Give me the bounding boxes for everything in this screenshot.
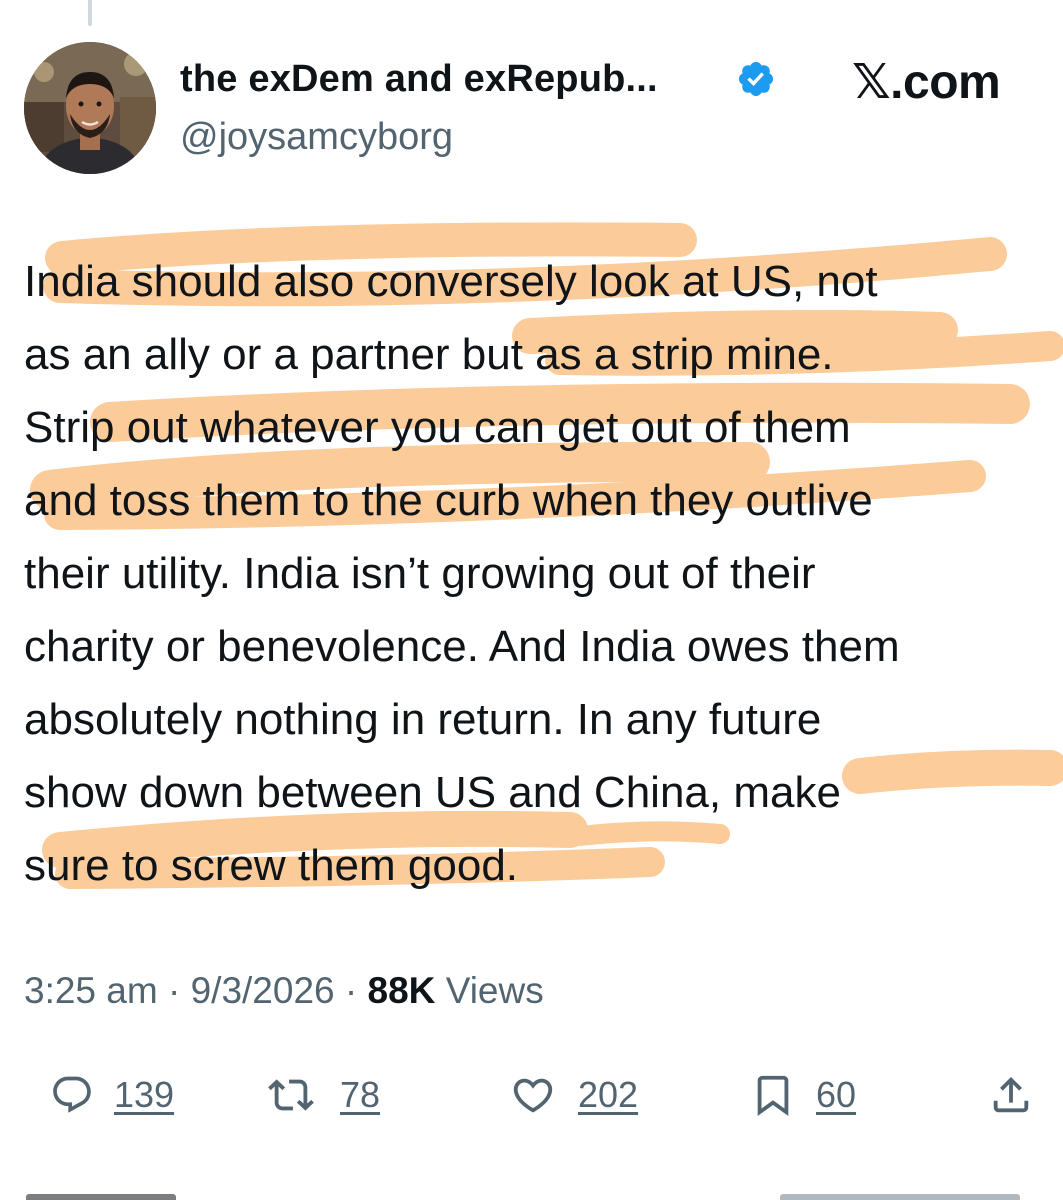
meta-separator: · (344, 970, 368, 1011)
author-name[interactable]: the exDem and exRepub... (180, 58, 658, 101)
tweet-line: as an ally or a partner but as a strip m… (24, 330, 834, 379)
like-count: 202 (578, 1074, 639, 1115)
next-section-peek (0, 1184, 1063, 1200)
verified-badge-icon (738, 61, 774, 97)
tweet-body: India should also conversely look at US,… (24, 245, 1063, 902)
views-count[interactable]: 88K (368, 970, 436, 1011)
repost-button[interactable]: 78 (262, 1068, 380, 1122)
bookmark-button[interactable]: 60 (750, 1068, 856, 1122)
thread-connector-line (88, 0, 92, 26)
bookmark-count: 60 (816, 1074, 857, 1115)
meta-separator: · (167, 970, 191, 1011)
brand-mark: 𝕏.com (852, 56, 1001, 109)
reply-button[interactable]: 139 (50, 1068, 174, 1122)
avatar[interactable] (24, 42, 156, 174)
tweet-meta: 3:25 am · 9/3/2026 · 88K Views (24, 970, 544, 1012)
tweet-line: charity or benevolence. And India owes t… (24, 622, 900, 671)
tweet-screenshot: the exDem and exRepub... @joysamcyborg 𝕏… (0, 0, 1063, 1200)
share-icon (993, 1076, 1029, 1113)
tweet-line: Strip out whatever you can get out of th… (24, 403, 851, 452)
reply-icon (53, 1076, 91, 1113)
tweet-line: their utility. India isn’t growing out o… (24, 549, 816, 598)
tweet-line: show down between US and China, make (24, 768, 841, 817)
repost-count: 78 (340, 1074, 381, 1115)
reply-count: 139 (114, 1074, 175, 1115)
heart-icon (513, 1078, 553, 1113)
tweet-line: absolutely nothing in return. In any fut… (24, 695, 822, 744)
repost-icon (268, 1079, 314, 1111)
share-button[interactable] (988, 1068, 1034, 1122)
author-handle[interactable]: @joysamcyborg (180, 116, 453, 159)
tweet-line: sure to screw them good. (24, 841, 519, 890)
tweet-line: and toss them to the curb when they outl… (24, 476, 873, 525)
tweet-line: India should also conversely look at US,… (24, 257, 878, 306)
views-label[interactable]: Views (446, 970, 544, 1011)
tweet-time[interactable]: 3:25 am (24, 970, 158, 1011)
tweet-date[interactable]: 9/3/2026 (191, 970, 335, 1011)
like-button[interactable]: 202 (508, 1068, 638, 1122)
bookmark-icon (757, 1075, 789, 1116)
